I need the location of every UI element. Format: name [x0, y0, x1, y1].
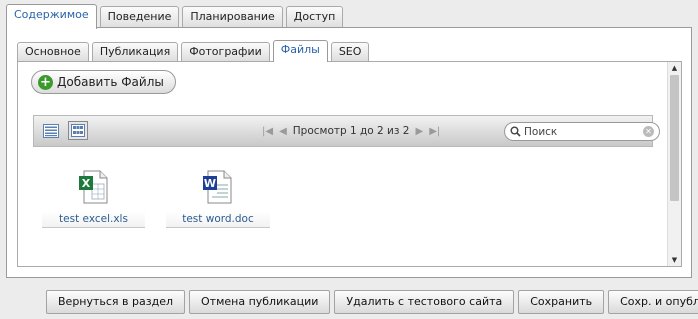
files-panel: + Добавить Файлы |◀ ◀ Просмотр 1 до 2 из…	[17, 61, 682, 267]
scroll-down-icon[interactable]: ▼	[668, 254, 681, 266]
add-files-button[interactable]: + Добавить Файлы	[31, 70, 176, 94]
tab-publication[interactable]: Публикация	[91, 42, 179, 61]
list-view-icon[interactable]	[43, 124, 59, 138]
vertical-scrollbar[interactable]: ▲ ▼	[667, 62, 681, 266]
tab-scheduling[interactable]: Планирование	[182, 6, 283, 28]
pager: |◀ ◀ Просмотр 1 до 2 из 2 ▶ ▶|	[262, 116, 440, 146]
back-to-section-button[interactable]: Вернуться в раздел	[46, 290, 186, 314]
excel-file-icon: X	[78, 170, 107, 204]
action-bar: Вернуться в раздел Отмена публикации Уда…	[46, 290, 698, 314]
tab-access[interactable]: Доступ	[285, 6, 344, 28]
cancel-publication-button[interactable]: Отмена публикации	[189, 290, 331, 314]
search-icon	[510, 126, 521, 137]
file-item-word[interactable]: W test word.doc	[166, 170, 270, 228]
scroll-up-icon[interactable]: ▲	[668, 62, 681, 74]
file-name[interactable]: test excel.xls	[42, 211, 145, 228]
tab-basic[interactable]: Основное	[17, 42, 89, 61]
file-name[interactable]: test word.doc	[166, 211, 270, 228]
tab-behavior[interactable]: Поведение	[99, 6, 180, 28]
files-toolbar: |◀ ◀ Просмотр 1 до 2 из 2 ▶ ▶| ✕	[33, 115, 660, 147]
first-page-icon[interactable]: |◀	[262, 126, 273, 137]
search-box: ✕	[504, 122, 660, 141]
word-file-icon: W	[203, 170, 232, 204]
save-and-publish-button[interactable]: Сохр. и опублик.	[608, 290, 698, 314]
prev-page-icon[interactable]: ◀	[279, 126, 287, 137]
tab-content[interactable]: Содержимое	[6, 4, 97, 29]
svg-text:X: X	[81, 177, 90, 190]
grid-view-icon[interactable]	[68, 121, 88, 140]
add-files-label: Добавить Файлы	[57, 75, 164, 89]
last-page-icon[interactable]: ▶|	[429, 126, 440, 137]
svg-text:W: W	[204, 177, 216, 190]
scroll-thumb[interactable]	[670, 75, 679, 201]
clear-search-icon[interactable]: ✕	[643, 126, 654, 137]
tab-seo[interactable]: SEO	[330, 42, 370, 61]
delete-from-test-site-button[interactable]: Удалить с тестового сайта	[334, 290, 515, 314]
tab-photos[interactable]: Фотографии	[181, 42, 270, 61]
save-button[interactable]: Сохранить	[518, 290, 605, 314]
next-page-icon[interactable]: ▶	[415, 126, 423, 137]
plus-icon: +	[38, 74, 53, 90]
search-input[interactable]	[521, 125, 643, 138]
file-item-excel[interactable]: X test excel.xls	[42, 170, 145, 228]
tab-files[interactable]: Файлы	[272, 40, 328, 62]
top-tab-bar: Содержимое Поведение Планирование Доступ	[6, 4, 344, 29]
sub-tab-bar: Основное Публикация Фотографии Файлы SEO	[17, 40, 370, 62]
pager-text: Просмотр 1 до 2 из 2	[292, 125, 410, 137]
content-panel: Основное Публикация Фотографии Файлы SEO…	[6, 27, 692, 278]
